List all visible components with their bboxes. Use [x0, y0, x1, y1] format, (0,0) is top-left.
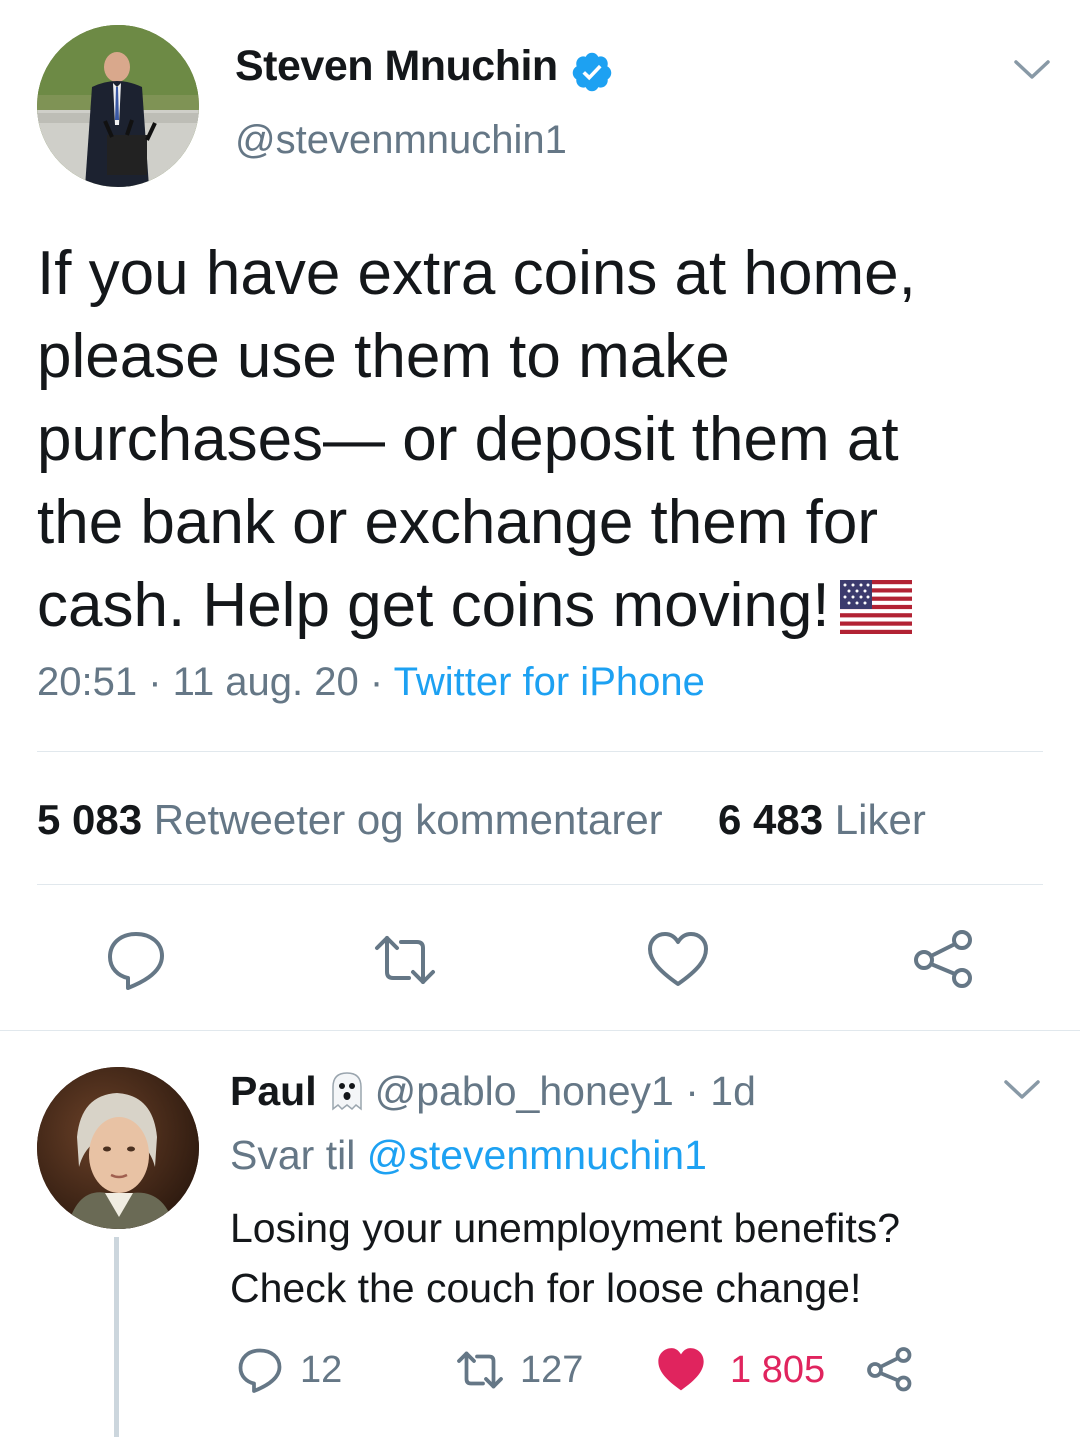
likes-label: Liker [834, 796, 926, 843]
reply-to-label: Svar til [230, 1132, 356, 1178]
retweet-icon[interactable] [373, 928, 437, 992]
reply-replies-count: 12 [300, 1348, 343, 1391]
reply-chevron-down-icon[interactable] [1003, 1078, 1041, 1102]
author-handle[interactable]: @stevenmnuchin1 [235, 118, 567, 163]
reply-author-avatar[interactable] [37, 1067, 199, 1229]
reply-share-action[interactable] [866, 1345, 930, 1395]
reply-reply-action[interactable]: 12 [236, 1345, 342, 1395]
retweets-stat[interactable]: 5 083 Retweeter og kommentarer [37, 796, 663, 843]
tweet-meta: 20:51 · 11 aug. 20 · Twitter for iPhone [37, 660, 705, 704]
reply-like-action[interactable]: 1 805 [656, 1345, 825, 1395]
ghost-emoji [331, 1072, 362, 1111]
reply-likes-count: 1 805 [730, 1348, 826, 1391]
heart-filled-icon [658, 1348, 704, 1391]
reply-retweets-count: 127 [520, 1348, 584, 1391]
reply-to-mention[interactable]: @stevenmnuchin1 [367, 1132, 707, 1178]
divider [37, 884, 1043, 885]
reply-author-name[interactable]: Paul [230, 1068, 317, 1114]
retweets-label: Retweeter og kommentarer [153, 796, 663, 843]
tweet-source-link[interactable]: Twitter for iPhone [394, 660, 705, 704]
likes-stat[interactable]: 6 483 Liker [718, 796, 926, 843]
divider [37, 751, 1043, 752]
like-icon[interactable] [646, 928, 710, 992]
us-flag-emoji [839, 580, 912, 634]
share-icon[interactable] [912, 928, 976, 992]
retweet-icon [457, 1351, 503, 1389]
author-name[interactable]: Steven Mnuchin [235, 42, 558, 91]
reply-text: Losing your unemployment benefits? Check… [230, 1205, 901, 1311]
share-icon [867, 1347, 912, 1392]
retweets-count: 5 083 [37, 796, 143, 843]
reply-header: Paul @pablo_honey1 · 1d [230, 1068, 756, 1114]
likes-count: 6 483 [718, 796, 824, 843]
divider [0, 1030, 1080, 1031]
reply-to-line: Svar til @stevenmnuchin1 [230, 1132, 707, 1179]
author-avatar[interactable] [37, 25, 199, 187]
reply-icon [238, 1348, 282, 1393]
chevron-down-icon[interactable] [1013, 58, 1051, 82]
thread-line [114, 1237, 119, 1437]
reply-icon[interactable] [104, 928, 168, 992]
verified-badge-icon [572, 52, 612, 92]
tweet-text: If you have extra coins at home, please … [37, 239, 916, 640]
reply-retweet-action[interactable]: 127 [456, 1345, 583, 1395]
reply-age: 1d [710, 1068, 756, 1114]
tweet-date: 11 aug. 20 [172, 660, 359, 704]
tweet-time: 20:51 [37, 660, 138, 704]
reply-author-handle[interactable]: @pablo_honey1 [375, 1068, 674, 1114]
tweet-stats: 5 083 Retweeter og kommentarer 6 483 Lik… [37, 796, 926, 844]
